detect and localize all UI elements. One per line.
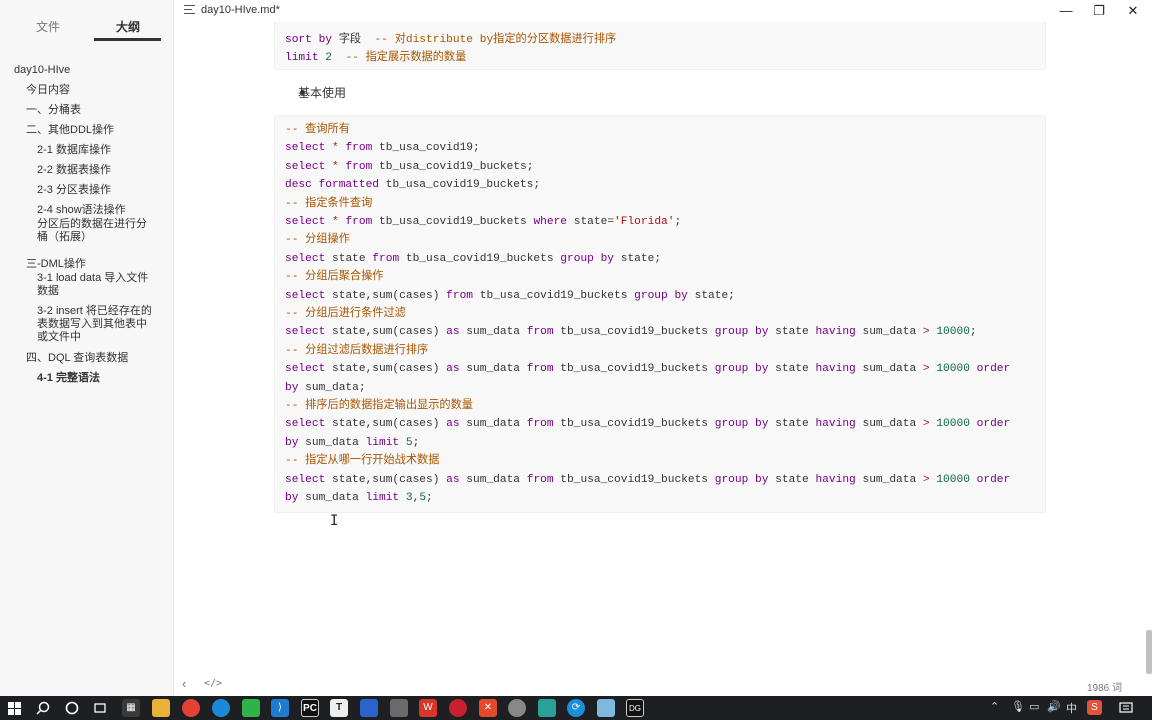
file-explorer-icon[interactable]: [152, 699, 170, 717]
xmind-icon[interactable]: ✕: [479, 699, 497, 717]
word-count[interactable]: 1986 词: [1087, 679, 1122, 694]
outline-item[interactable]: 2-2 数据表操作: [37, 164, 170, 177]
active-tab-indicator: [94, 38, 161, 41]
code-line[interactable]: select state,sum(cases) as sum_data from…: [285, 415, 1010, 433]
code-line[interactable]: -- 分组过滤后数据进行排序: [285, 342, 428, 360]
outline-item[interactable]: 2-1 数据库操作: [37, 144, 170, 157]
code-line[interactable]: select state,sum(cases) as sum_data from…: [285, 323, 977, 341]
notepad-icon[interactable]: [597, 699, 615, 717]
app-green-icon[interactable]: [242, 699, 260, 717]
sogou-ime-icon[interactable]: S: [1087, 700, 1102, 715]
microphone-icon[interactable]: 🎙: [1011, 700, 1025, 713]
code-line[interactable]: -- 指定条件查询: [285, 195, 372, 213]
text-cursor-icon: I: [330, 513, 339, 529]
outline-item[interactable]: 今日内容: [26, 84, 170, 97]
outline-item[interactable]: 一、分桶表: [26, 104, 170, 117]
edge-icon[interactable]: [212, 699, 230, 717]
editor-area[interactable]: sort by 字段 -- 对distribute by指定的分区数据进行排序 l…: [174, 22, 1144, 674]
chevron-left-icon[interactable]: ‹: [182, 676, 186, 691]
code-line[interactable]: by sum_data;: [285, 379, 366, 397]
bullet-text: 基本使用: [298, 86, 347, 100]
code-line[interactable]: by sum_data limit 3,5;: [285, 489, 433, 507]
typora-icon[interactable]: T: [330, 699, 348, 717]
code-line[interactable]: select state,sum(cases) from tb_usa_covi…: [285, 287, 735, 305]
code-line[interactable]: -- 指定从哪一行开始战术数据: [285, 452, 439, 470]
minimize-button[interactable]: —: [1057, 3, 1075, 19]
ime-indicator[interactable]: 中: [1066, 700, 1077, 716]
code-line[interactable]: limit 2 -- 指定展示数据的数量: [285, 49, 466, 67]
cortana-icon[interactable]: [65, 701, 79, 715]
sidebar: 文件 大纲 day10-HIve 今日内容一、分桶表二、其他DDL操作 2-1 数据…: [0, 0, 174, 696]
pycharm-icon[interactable]: PC: [301, 699, 319, 717]
sidebar-tabs: 文件 大纲: [0, 12, 174, 42]
outline-item[interactable]: 4-1 完整语法: [37, 372, 170, 385]
windows-taskbar: ▦ ⟩ PC T W ✕ ⟳ DG ⌃ 🎙 ▭ 🔊 中 S: [0, 696, 1152, 720]
code-line[interactable]: -- 分组操作: [285, 231, 350, 249]
code-line[interactable]: sort by 字段 -- 对distribute by指定的分区数据进行排序: [285, 31, 616, 49]
sync-icon[interactable]: ⟳: [567, 699, 585, 717]
outline-item[interactable]: 二、其他DDL操作: [26, 124, 170, 137]
outline-item[interactable]: day10-HIve: [14, 64, 170, 77]
app-grey-circle-icon[interactable]: [508, 699, 526, 717]
close-button[interactable]: ✕: [1124, 3, 1142, 19]
code-line[interactable]: select * from tb_usa_covid19_buckets;: [285, 158, 533, 176]
source-code-mode-icon[interactable]: </>: [204, 678, 222, 689]
scroll-thumb[interactable]: [1146, 630, 1152, 674]
vscode-icon[interactable]: ⟩: [271, 699, 289, 717]
document-title: day10-HIve.md*: [201, 4, 280, 16]
search-icon[interactable]: [36, 701, 50, 715]
code-line[interactable]: -- 查询所有: [285, 121, 350, 139]
outline-item[interactable]: 三-DML操作: [26, 258, 170, 271]
tab-files[interactable]: 文件: [36, 18, 60, 35]
code-block-examples[interactable]: -- 查询所有 select * from tb_usa_covid19; sele…: [274, 115, 1046, 513]
status-bar: ‹ </> 1986 词: [174, 674, 1152, 696]
code-line[interactable]: desc formatted tb_usa_covid19_buckets;: [285, 176, 540, 194]
wps-icon[interactable]: W: [419, 699, 437, 717]
code-line[interactable]: -- 排序后的数据指定输出显示的数量: [285, 397, 473, 415]
app-blue-icon[interactable]: [360, 699, 378, 717]
network-icon[interactable]: ▭: [1029, 700, 1039, 713]
code-line[interactable]: -- 分组后聚合操作: [285, 268, 383, 286]
code-line[interactable]: select * from tb_usa_covid19_buckets whe…: [285, 213, 681, 231]
outline-item[interactable]: 四、DQL 查询表数据: [26, 352, 170, 365]
outline-item[interactable]: 3-2 insert 将已经存在的 表数据写入到其他表中 或文件中: [37, 305, 170, 344]
datagrip-icon[interactable]: DG: [626, 699, 644, 717]
volume-icon[interactable]: 🔊: [1047, 700, 1061, 713]
code-line[interactable]: select state,sum(cases) as sum_data from…: [285, 471, 1010, 489]
chrome-icon[interactable]: [182, 699, 200, 717]
app-teal-icon[interactable]: [538, 699, 556, 717]
windows-start-icon[interactable]: [8, 702, 21, 715]
code-line[interactable]: by sum_data limit 5;: [285, 434, 419, 452]
app-gear-icon[interactable]: [390, 699, 408, 717]
store-icon[interactable]: ▦: [122, 699, 140, 717]
app-red-circle-icon[interactable]: [449, 699, 467, 717]
code-line[interactable]: -- 分组后进行条件过滤: [285, 305, 406, 323]
tray-chevron-up-icon[interactable]: ⌃: [990, 700, 999, 713]
code-line[interactable]: select state,sum(cases) as sum_data from…: [285, 360, 1010, 378]
notification-icon[interactable]: [1119, 701, 1133, 715]
task-view-icon[interactable]: [93, 701, 107, 715]
maximize-button[interactable]: ❐: [1090, 3, 1108, 19]
vertical-scrollbar[interactable]: [1144, 22, 1152, 674]
outline-item[interactable]: 2-4 show语法操作: [37, 204, 170, 217]
outline-item[interactable]: 3-1 load data 导入文件 数据: [37, 272, 170, 298]
code-line[interactable]: select state from tb_usa_covid19_buckets…: [285, 250, 661, 268]
code-block-syntax[interactable]: sort by 字段 -- 对distribute by指定的分区数据进行排序 l…: [274, 22, 1046, 70]
menu-icon[interactable]: [184, 5, 195, 15]
tab-outline[interactable]: 大纲: [116, 18, 140, 35]
code-line[interactable]: select * from tb_usa_covid19;: [285, 139, 480, 157]
title-bar: day10-HIve.md* — ❐ ✕: [174, 0, 1152, 22]
outline-item[interactable]: 分区后的数据在进行分 桶（拓展）: [37, 218, 170, 244]
outline-item[interactable]: 2-3 分区表操作: [37, 184, 170, 197]
